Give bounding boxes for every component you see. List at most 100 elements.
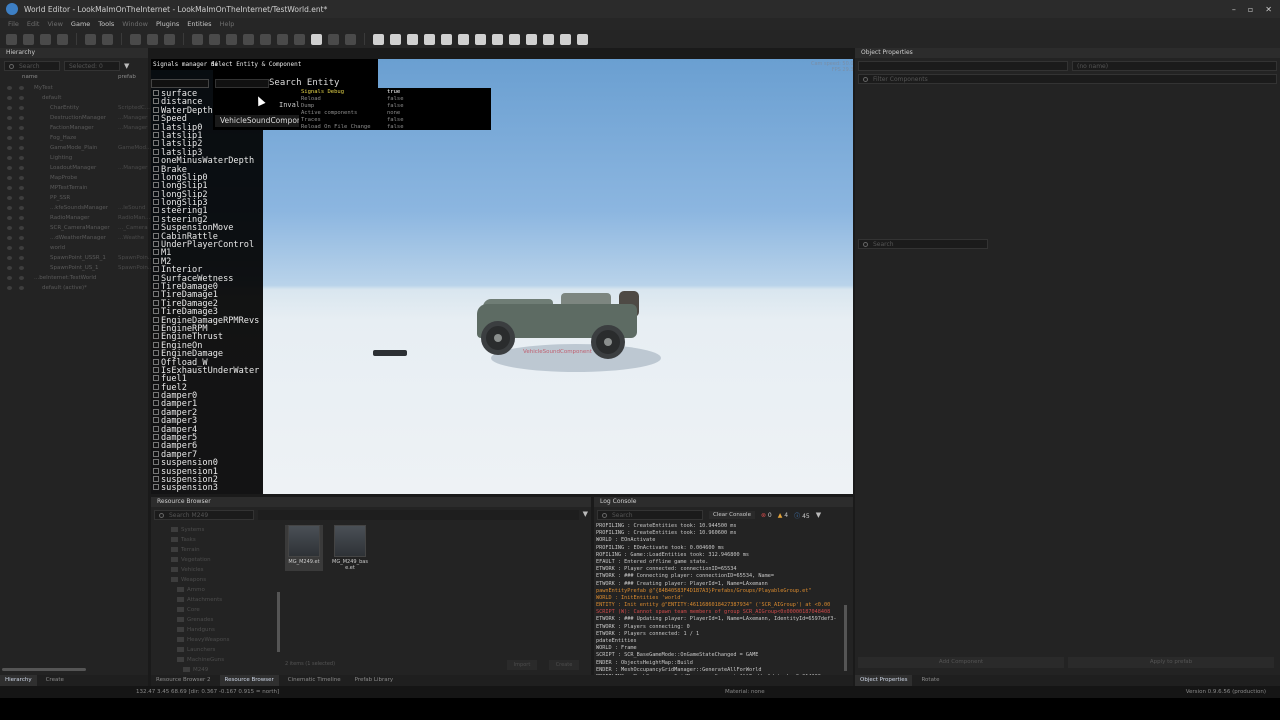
signal-checkbox[interactable] — [153, 299, 159, 306]
debug-option[interactable]: Reload false — [301, 96, 404, 102]
terrain-icon[interactable] — [345, 33, 356, 45]
visibility-icon[interactable] — [7, 126, 12, 130]
hierarchy-item[interactable]: DestructionManager ...Manager — [0, 113, 148, 123]
play-icon[interactable] — [192, 33, 203, 45]
debug-option[interactable]: Dump false — [301, 103, 404, 109]
lock-icon[interactable] — [19, 146, 24, 150]
lock-icon[interactable] — [19, 266, 24, 270]
lock-icon[interactable] — [19, 166, 24, 170]
resource-search-input[interactable]: Search M249 — [154, 510, 254, 520]
layers-icon[interactable] — [226, 33, 237, 45]
signal-checkbox[interactable] — [153, 316, 159, 323]
minimize-button[interactable]: – — [1232, 5, 1236, 14]
signal-checkbox[interactable] — [153, 282, 159, 289]
clear-console-button[interactable]: Clear Console — [709, 511, 755, 519]
menu-view[interactable]: View — [47, 20, 62, 28]
visibility-icon[interactable] — [7, 256, 12, 260]
rotate-icon[interactable] — [277, 33, 288, 45]
log-line[interactable]: pdateEntities — [596, 638, 844, 645]
import-icon[interactable] — [243, 33, 254, 45]
lock-icon[interactable] — [19, 96, 24, 100]
col-name[interactable]: name — [22, 74, 118, 83]
hierarchy-item[interactable]: MapProbe — [0, 173, 148, 183]
log-line[interactable]: SCRIPT : SCR_BaseGameMode::OnGameStateCh… — [596, 652, 844, 659]
signal-checkbox[interactable] — [153, 324, 159, 331]
resource-tree-scrollbar[interactable] — [277, 592, 280, 652]
hierarchy-scrollbar[interactable] — [2, 668, 86, 671]
visibility-icon[interactable] — [7, 166, 12, 170]
apply-prefab-button[interactable]: Apply to prefab — [1068, 657, 1274, 668]
close-button[interactable]: ✕ — [1265, 5, 1272, 14]
hierarchy-item[interactable]: FactionManager ...Manager — [0, 123, 148, 133]
prefab-icon[interactable] — [458, 33, 469, 45]
log-line[interactable]: PROFILING : CreateEntities took: 10.9606… — [596, 530, 844, 537]
hierarchy-item[interactable]: PP_SSR — [0, 193, 148, 203]
menu-entities[interactable]: Entities — [187, 20, 211, 28]
signal-checkbox[interactable] — [153, 190, 159, 197]
resource-tree-item[interactable]: Weapons — [151, 575, 279, 585]
tab-hierarchy[interactable]: Hierarchy — [0, 675, 37, 686]
lock-icon[interactable] — [19, 196, 24, 200]
crop-icon[interactable] — [441, 33, 452, 45]
log-line[interactable]: WORLD : Frame — [596, 645, 844, 652]
col-prefab[interactable]: prefab — [118, 74, 136, 83]
hierarchy-item[interactable]: default (active)* — [0, 283, 148, 293]
lock-icon[interactable] — [19, 226, 24, 230]
log-line[interactable]: PROFILING : EOnActivate took: 0.004600 m… — [596, 545, 844, 552]
hierarchy-item[interactable]: SCR_CameraManager ..._Camera — [0, 223, 148, 233]
visibility-icon[interactable] — [7, 106, 12, 110]
signal-checkbox[interactable] — [153, 350, 159, 357]
log-line[interactable]: pawnEntityPrefab @"{84B40583F4D1B7A3}Pre… — [596, 588, 844, 595]
signal-checkbox[interactable] — [153, 157, 159, 164]
hierarchy-search-input[interactable]: Search — [4, 61, 60, 71]
resource-tree-item[interactable]: Handguns — [151, 625, 279, 635]
log-line[interactable]: EFAULT : Entered offline game state. — [596, 559, 844, 566]
tab-resource-browser[interactable]: Resource Browser — [219, 675, 279, 686]
lock-icon[interactable] — [19, 286, 24, 290]
log-scrollbar[interactable] — [844, 605, 847, 671]
tab-resource-browser-2[interactable]: Resource Browser 2 — [151, 675, 216, 686]
lock-icon[interactable] — [19, 136, 24, 140]
add-component-button[interactable]: Add Component — [858, 657, 1064, 668]
visibility-icon[interactable] — [7, 206, 12, 210]
copy-icon[interactable] — [130, 33, 141, 45]
signal-checkbox[interactable] — [153, 375, 159, 382]
signal-checkbox[interactable] — [153, 450, 159, 457]
hierarchy-item[interactable]: GameMode_Plain GameMod... — [0, 143, 151, 153]
log-line[interactable]: ETWORK : Player connected: connectionID=… — [596, 566, 844, 573]
menu-edit[interactable]: Edit — [27, 20, 40, 28]
signal-checkbox[interactable] — [153, 392, 159, 399]
signal-checkbox[interactable] — [153, 459, 159, 466]
resource-tree-item[interactable]: Launchers — [151, 645, 279, 655]
signal-checkbox[interactable] — [153, 140, 159, 147]
signal-checkbox[interactable] — [153, 308, 159, 315]
resource-tree-item[interactable]: Tasks — [151, 535, 279, 545]
signal-checkbox[interactable] — [153, 425, 159, 432]
log-line[interactable]: WORLD : EOnActivate — [596, 537, 844, 544]
hierarchy-item[interactable]: SpawnPoint_USSR_1 SpawnPoin... — [0, 253, 153, 263]
refresh-icon[interactable] — [492, 33, 503, 45]
log-line[interactable]: ETWORK : Players connecting: 0 — [596, 624, 844, 631]
visibility-icon[interactable] — [7, 236, 12, 240]
visibility-icon[interactable] — [7, 266, 12, 270]
export-icon[interactable] — [560, 33, 571, 45]
wand-icon[interactable] — [424, 33, 435, 45]
scale-icon[interactable] — [294, 33, 305, 45]
signal-checkbox[interactable] — [153, 475, 159, 482]
scene-viewport[interactable]: VehicleSoundComponent Cam speed: 50.0 FP… — [151, 59, 853, 494]
visibility-icon[interactable] — [7, 276, 12, 280]
signal-checkbox[interactable] — [153, 106, 159, 113]
hierarchy-item[interactable]: ...beInternet:TestWorld — [0, 273, 148, 283]
hierarchy-item[interactable]: MPTestTerrain — [0, 183, 148, 193]
menu-game[interactable]: Game — [71, 20, 90, 28]
log-line[interactable]: ETWORK : Players connected: 1 / 1 — [596, 631, 844, 638]
debug-option[interactable]: Signals Debug true — [301, 89, 400, 95]
signal-checkbox[interactable] — [153, 215, 159, 222]
hierarchy-item[interactable]: RadioManager RadioMan... — [0, 213, 150, 223]
lock-icon[interactable] — [19, 86, 24, 90]
delete-icon[interactable] — [164, 33, 175, 45]
menu-file[interactable]: File — [8, 20, 19, 28]
asset-tile[interactable]: MG_M249_base.et — [331, 525, 369, 571]
signal-checkbox[interactable] — [153, 199, 159, 206]
info-filter[interactable]: ⓘ 45 — [794, 511, 810, 520]
